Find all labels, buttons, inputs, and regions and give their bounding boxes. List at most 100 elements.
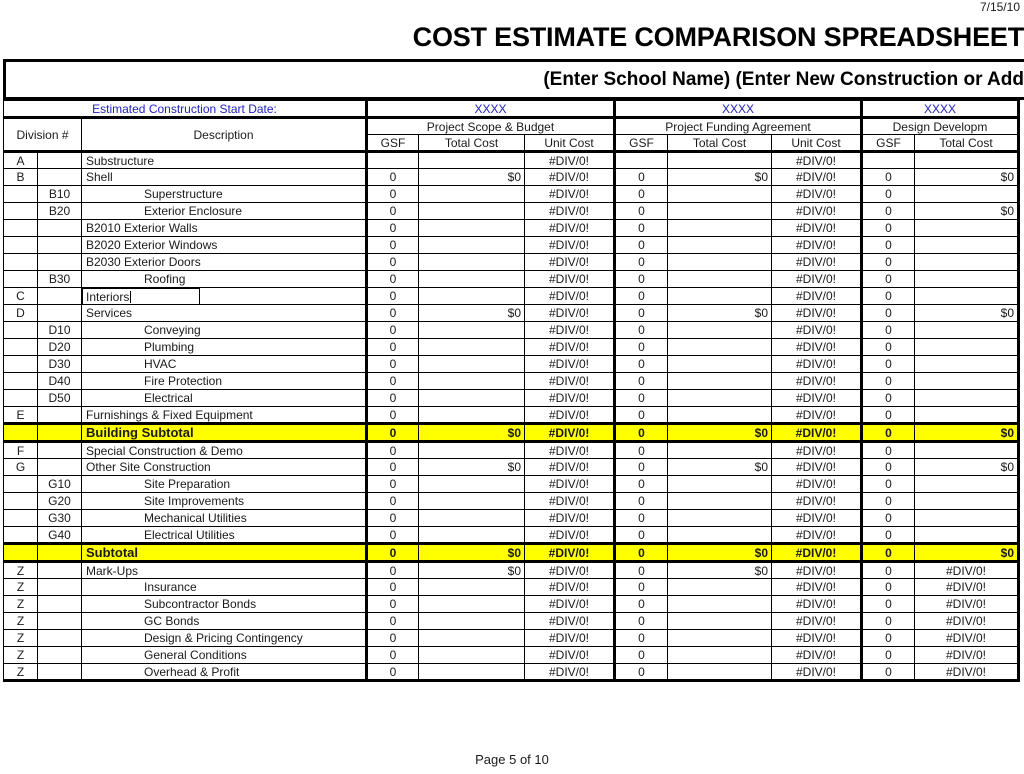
cell-subcode[interactable]: D10 <box>37 321 82 339</box>
cell-division[interactable]: B <box>3 168 38 186</box>
cell-unit-cost-g2[interactable]: #DIV/0! <box>771 475 862 493</box>
cell-division[interactable] <box>3 422 38 442</box>
cell-total-cost-g3[interactable]: #DIV/0! <box>914 629 1020 647</box>
cell-gsf-g3[interactable]: 0 <box>860 236 915 254</box>
cell-description[interactable]: Conveying <box>81 321 367 339</box>
cell-total-cost-g1[interactable] <box>418 629 525 647</box>
cell-subcode[interactable]: B10 <box>37 185 82 203</box>
cell-division[interactable] <box>3 202 38 220</box>
cell-unit-cost-g2[interactable]: #DIV/0! <box>771 542 862 562</box>
cell-division[interactable]: Z <box>3 578 38 596</box>
cell-unit-cost-g1[interactable]: #DIV/0! <box>524 629 615 647</box>
cell-subcode[interactable] <box>37 612 82 630</box>
cell-subcode[interactable]: B30 <box>37 270 82 288</box>
cell-division[interactable] <box>3 219 38 237</box>
cell-gsf-g1[interactable] <box>365 150 419 169</box>
cell-subcode[interactable]: D40 <box>37 372 82 390</box>
cell-subcode[interactable] <box>37 629 82 647</box>
cell-total-cost-g1[interactable] <box>418 219 525 237</box>
cell-total-cost-g3[interactable] <box>914 321 1020 339</box>
cell-subcode[interactable] <box>37 287 82 305</box>
cell-description[interactable]: Other Site Construction <box>81 458 367 476</box>
cell-total-cost-g3[interactable] <box>914 270 1020 288</box>
cell-gsf-g3[interactable]: 0 <box>860 458 915 476</box>
cell-description[interactable]: Electrical Utilities <box>81 526 367 544</box>
cell-description[interactable]: B2030 Exterior Doors <box>81 253 367 271</box>
cell-description[interactable]: Mark-Ups <box>81 560 367 579</box>
cell-total-cost-g1[interactable] <box>418 150 525 169</box>
cell-total-cost-g3[interactable]: $0 <box>914 202 1020 220</box>
cell-total-cost-g3[interactable] <box>914 253 1020 271</box>
cell-gsf-g2[interactable]: 0 <box>613 355 668 373</box>
cell-total-cost-g3[interactable] <box>914 236 1020 254</box>
cell-gsf-g1[interactable]: 0 <box>365 372 419 390</box>
cell-total-cost-g3[interactable] <box>914 475 1020 493</box>
cell-total-cost-g3[interactable]: $0 <box>914 422 1020 442</box>
cell-gsf-g3[interactable]: 0 <box>860 422 915 442</box>
cell-unit-cost-g2[interactable]: #DIV/0! <box>771 185 862 203</box>
cell-total-cost-g1[interactable] <box>418 372 525 390</box>
cell-unit-cost-g1[interactable]: #DIV/0! <box>524 185 615 203</box>
cell-gsf-g3[interactable]: 0 <box>860 253 915 271</box>
cell-unit-cost-g1[interactable]: #DIV/0! <box>524 422 615 442</box>
cell-total-cost-g1[interactable] <box>418 389 525 407</box>
cell-unit-cost-g1[interactable]: #DIV/0! <box>524 287 615 305</box>
cell-gsf-g3[interactable]: 0 <box>860 219 915 237</box>
cell-total-cost-g2[interactable] <box>667 406 772 424</box>
cell-subcode[interactable] <box>37 219 82 237</box>
cell-gsf-g2[interactable]: 0 <box>613 321 668 339</box>
cell-unit-cost-g2[interactable]: #DIV/0! <box>771 422 862 442</box>
cell-gsf-g1[interactable]: 0 <box>365 185 419 203</box>
cell-division[interactable] <box>3 236 38 254</box>
cell-unit-cost-g1[interactable]: #DIV/0! <box>524 578 615 596</box>
cell-gsf-g2[interactable]: 0 <box>613 663 668 682</box>
cell-gsf-g3[interactable]: 0 <box>860 595 915 613</box>
cell-description[interactable]: Roofing <box>81 270 367 288</box>
cell-unit-cost-g1[interactable]: #DIV/0! <box>524 542 615 562</box>
cell-subcode[interactable] <box>37 595 82 613</box>
cell-total-cost-g2[interactable] <box>667 509 772 527</box>
cell-total-cost-g3[interactable] <box>914 185 1020 203</box>
cell-total-cost-g3[interactable] <box>914 287 1020 305</box>
cell-total-cost-g1[interactable] <box>418 338 525 356</box>
cell-edit-box[interactable]: Interiors <box>82 288 200 304</box>
cell-total-cost-g1[interactable] <box>418 509 525 527</box>
cell-description[interactable]: Shell <box>81 168 367 186</box>
cell-total-cost-g1[interactable]: $0 <box>418 542 525 562</box>
cell-gsf-g3[interactable]: 0 <box>860 270 915 288</box>
cell-gsf-g1[interactable]: 0 <box>365 578 419 596</box>
cell-unit-cost-g1[interactable]: #DIV/0! <box>524 355 615 373</box>
cell-gsf-g1[interactable]: 0 <box>365 646 419 664</box>
cell-total-cost-g2[interactable] <box>667 355 772 373</box>
cell-description[interactable]: B2010 Exterior Walls <box>81 219 367 237</box>
cell-total-cost-g1[interactable] <box>418 440 525 459</box>
cell-unit-cost-g2[interactable]: #DIV/0! <box>771 492 862 510</box>
cell-total-cost-g1[interactable] <box>418 185 525 203</box>
cell-unit-cost-g1[interactable]: #DIV/0! <box>524 253 615 271</box>
start-date-value-3[interactable]: XXXX <box>860 100 1020 118</box>
cell-gsf-g2[interactable]: 0 <box>613 338 668 356</box>
cell-division[interactable] <box>3 542 38 562</box>
cell-division[interactable]: F <box>3 440 38 459</box>
cell-total-cost-g1[interactable]: $0 <box>418 304 525 322</box>
cell-gsf-g1[interactable]: 0 <box>365 560 419 579</box>
cell-unit-cost-g1[interactable]: #DIV/0! <box>524 475 615 493</box>
cell-gsf-g1[interactable]: 0 <box>365 542 419 562</box>
cell-subcode[interactable] <box>37 458 82 476</box>
cell-division[interactable]: Z <box>3 612 38 630</box>
cell-unit-cost-g2[interactable]: #DIV/0! <box>771 440 862 459</box>
cell-unit-cost-g2[interactable]: #DIV/0! <box>771 202 862 220</box>
cell-description[interactable]: Building Subtotal <box>81 422 367 442</box>
cell-total-cost-g2[interactable] <box>667 287 772 305</box>
cell-gsf-g2[interactable]: 0 <box>613 646 668 664</box>
cell-unit-cost-g2[interactable]: #DIV/0! <box>771 287 862 305</box>
cell-gsf-g2[interactable]: 0 <box>613 526 668 544</box>
cell-gsf-g3[interactable]: 0 <box>860 509 915 527</box>
cell-total-cost-g1[interactable] <box>418 287 525 305</box>
cell-division[interactable] <box>3 492 38 510</box>
cell-gsf-g1[interactable]: 0 <box>365 629 419 647</box>
cell-total-cost-g3[interactable] <box>914 219 1020 237</box>
cell-total-cost-g1[interactable]: $0 <box>418 168 525 186</box>
cell-description[interactable]: HVAC <box>81 355 367 373</box>
cell-unit-cost-g1[interactable]: #DIV/0! <box>524 321 615 339</box>
